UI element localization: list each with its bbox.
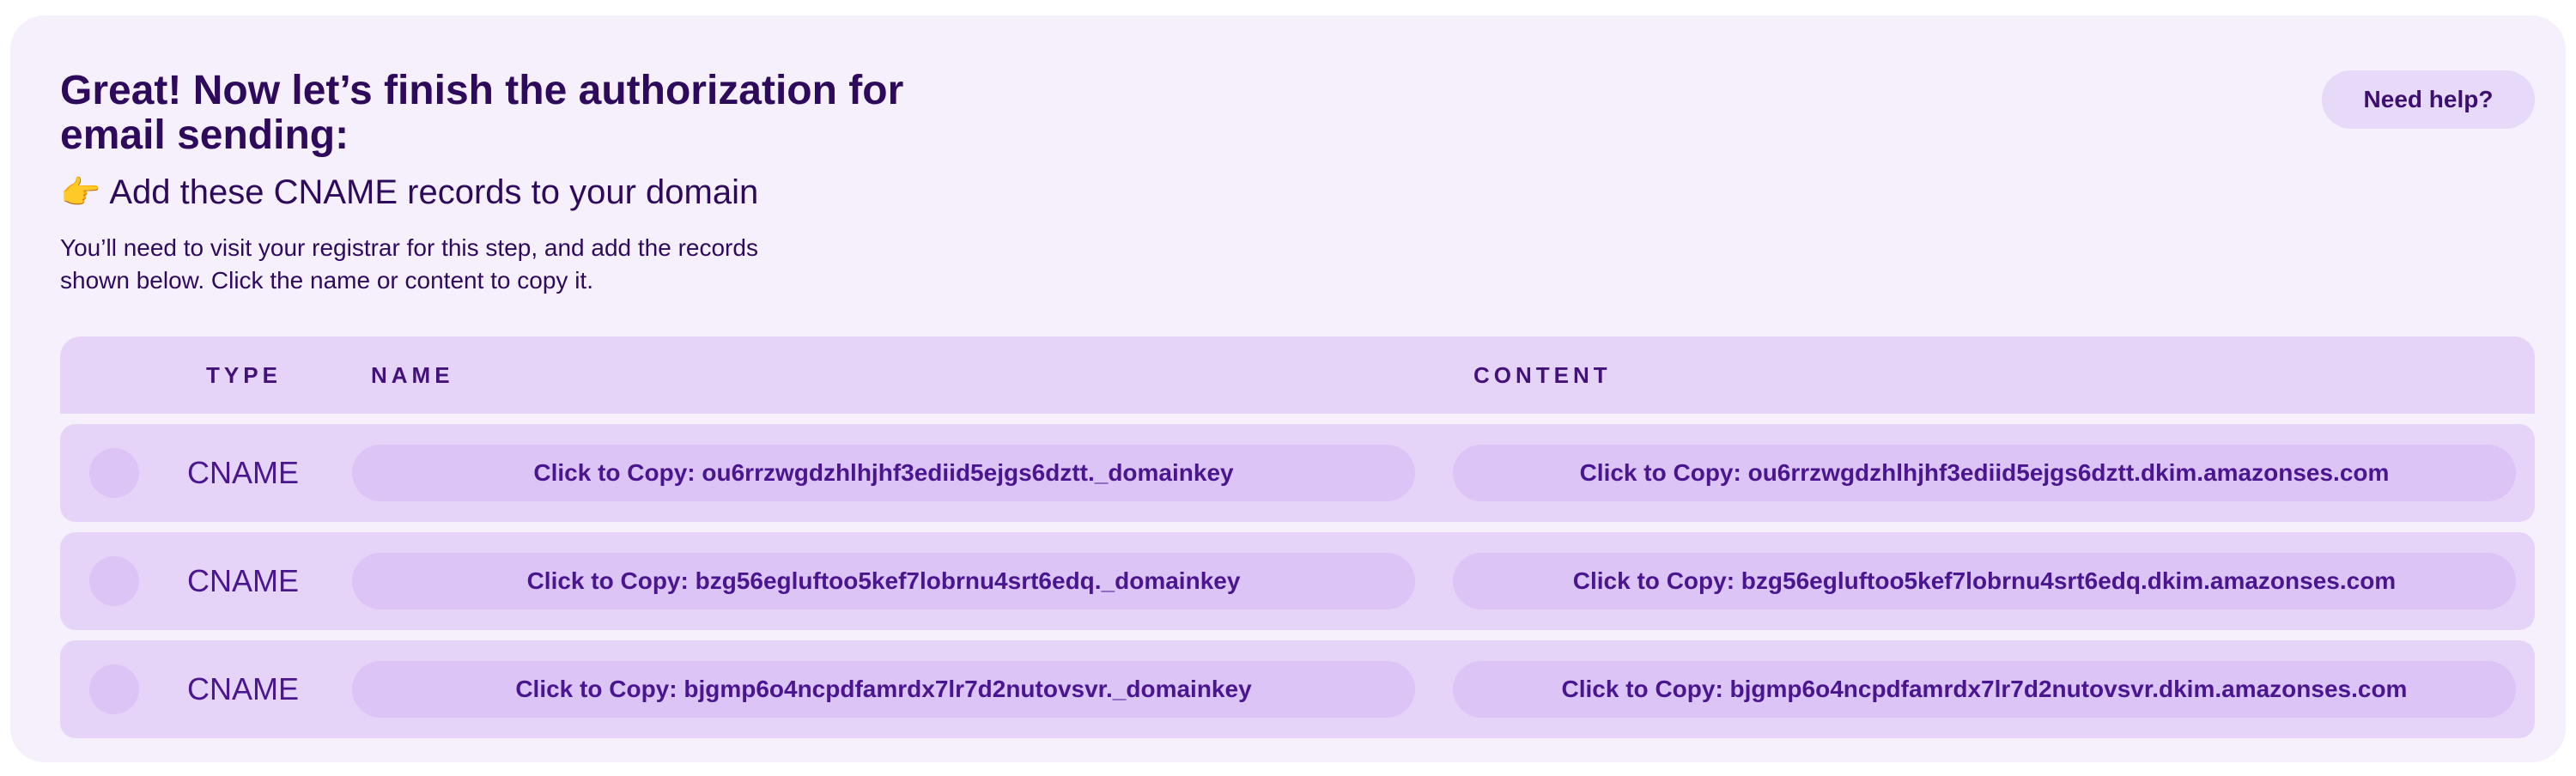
- need-help-button[interactable]: Need help?: [2322, 70, 2535, 129]
- step-heading: 👉 Add these CNAME records to your domain: [60, 173, 758, 212]
- column-header-name: NAME: [371, 362, 454, 388]
- step-title: Add these CNAME records to your domain: [109, 173, 759, 211]
- copy-name-button[interactable]: Click to Copy: ou6rrzwgdzhlhjhf3ediid5ej…: [352, 445, 1415, 501]
- copy-name-button[interactable]: Click to Copy: bjgmp6o4ncpdfamrdx7lr7d2n…: [352, 661, 1415, 718]
- copy-content-button[interactable]: Click to Copy: bjgmp6o4ncpdfamrdx7lr7d2n…: [1453, 661, 2516, 718]
- record-type: CNAME: [187, 455, 300, 490]
- record-status-icon: [89, 448, 139, 498]
- table-row: CNAME Click to Copy: bjgmp6o4ncpdfamrdx7…: [60, 640, 2535, 738]
- copy-name-button[interactable]: Click to Copy: bzg56egluftoo5kef7lobrnu4…: [352, 553, 1415, 609]
- record-status-icon: [89, 556, 139, 606]
- table-row: CNAME Click to Copy: bzg56egluftoo5kef7l…: [60, 532, 2535, 630]
- page-title: Great! Now let’s finish the authorizatio…: [60, 68, 904, 158]
- copy-content-button[interactable]: Click to Copy: ou6rrzwgdzhlhjhf3ediid5ej…: [1453, 445, 2516, 501]
- column-header-content: CONTENT: [1473, 362, 1612, 388]
- authorization-card: Great! Now let’s finish the authorizatio…: [10, 15, 2566, 762]
- column-header-type: TYPE: [206, 362, 282, 388]
- copy-content-button[interactable]: Click to Copy: bzg56egluftoo5kef7lobrnu4…: [1453, 553, 2516, 609]
- record-type: CNAME: [187, 563, 300, 598]
- record-type: CNAME: [187, 671, 300, 706]
- records-table-header: TYPE NAME CONTENT: [60, 336, 2535, 414]
- pointing-hand-icon: 👉: [60, 174, 101, 211]
- record-status-icon: [89, 664, 139, 714]
- step-description: You’ll need to visit your registrar for …: [60, 234, 758, 294]
- table-row: CNAME Click to Copy: ou6rrzwgdzhlhjhf3ed…: [60, 424, 2535, 522]
